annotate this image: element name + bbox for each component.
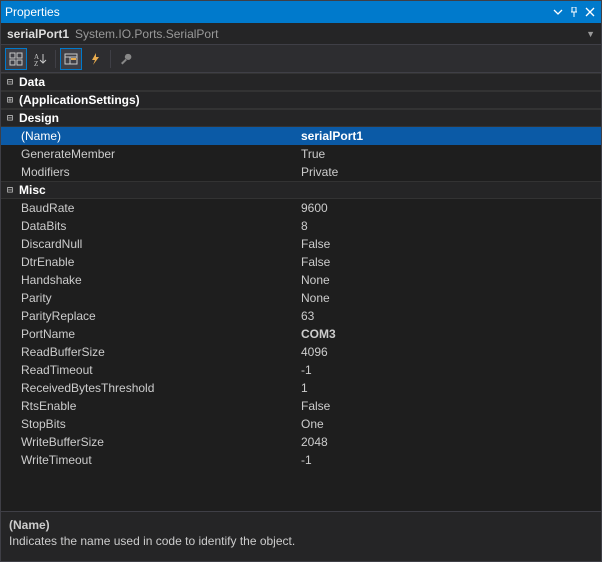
property-row[interactable]: PortNameCOM3 [1, 325, 601, 343]
property-row[interactable]: DtrEnableFalse [1, 253, 601, 271]
description-pane: (Name) Indicates the name used in code t… [1, 511, 601, 561]
events-button[interactable] [84, 48, 106, 70]
property-value[interactable]: -1 [301, 363, 601, 377]
titlebar: Properties [1, 1, 601, 23]
collapse-icon[interactable]: ⊟ [3, 183, 17, 197]
property-row[interactable]: ReadBufferSize4096 [1, 343, 601, 361]
object-name: serialPort1 [7, 27, 69, 41]
property-label: BaudRate [1, 201, 301, 215]
property-row[interactable]: (Name)serialPort1 [1, 127, 601, 145]
pin-icon[interactable] [567, 5, 581, 19]
svg-text:Z: Z [34, 60, 38, 66]
category-row[interactable]: ⊟Misc [1, 181, 601, 199]
category-row[interactable]: ⊟Design [1, 109, 601, 127]
property-label: DiscardNull [1, 237, 301, 251]
object-selector[interactable]: serialPort1 System.IO.Ports.SerialPort ▼ [1, 23, 601, 45]
property-row[interactable]: WriteTimeout-1 [1, 451, 601, 469]
property-value[interactable]: False [301, 237, 601, 251]
collapse-icon[interactable]: ⊟ [3, 111, 17, 125]
property-label: GenerateMember [1, 147, 301, 161]
description-text: Indicates the name used in code to ident… [9, 534, 593, 548]
property-row[interactable]: WriteBufferSize2048 [1, 433, 601, 451]
property-value[interactable]: serialPort1 [301, 129, 601, 143]
property-value[interactable]: 4096 [301, 345, 601, 359]
property-row[interactable]: ModifiersPrivate [1, 163, 601, 181]
category-label: (ApplicationSettings) [19, 93, 140, 107]
property-label: ParityReplace [1, 309, 301, 323]
property-grid: ⊟Data⊞(ApplicationSettings)⊟Design(Name)… [1, 73, 601, 469]
property-row[interactable]: ParityNone [1, 289, 601, 307]
property-label: PortName [1, 327, 301, 341]
property-row[interactable]: GenerateMemberTrue [1, 145, 601, 163]
property-row[interactable]: StopBitsOne [1, 415, 601, 433]
property-label: DataBits [1, 219, 301, 233]
property-label: ReadTimeout [1, 363, 301, 377]
property-row[interactable]: DiscardNullFalse [1, 235, 601, 253]
property-row[interactable]: ReceivedBytesThreshold1 [1, 379, 601, 397]
toolbar: AZ [1, 45, 601, 73]
property-label: StopBits [1, 417, 301, 431]
property-value[interactable]: One [301, 417, 601, 431]
property-row[interactable]: ReadTimeout-1 [1, 361, 601, 379]
property-value[interactable]: 2048 [301, 435, 601, 449]
properties-button[interactable] [60, 48, 82, 70]
property-label: WriteBufferSize [1, 435, 301, 449]
toolbar-separator [110, 50, 111, 68]
property-row[interactable]: RtsEnableFalse [1, 397, 601, 415]
property-value[interactable]: None [301, 273, 601, 287]
category-label: Design [19, 111, 59, 125]
property-value[interactable]: 8 [301, 219, 601, 233]
category-row[interactable]: ⊞(ApplicationSettings) [1, 91, 601, 109]
property-value[interactable]: Private [301, 165, 601, 179]
property-value[interactable]: True [301, 147, 601, 161]
category-label: Data [19, 75, 45, 89]
property-label: Parity [1, 291, 301, 305]
window-title: Properties [5, 5, 551, 19]
property-value[interactable]: 1 [301, 381, 601, 395]
property-value[interactable]: None [301, 291, 601, 305]
collapse-icon[interactable]: ⊟ [3, 75, 17, 89]
property-label: WriteTimeout [1, 453, 301, 467]
chevron-down-icon: ▼ [586, 29, 595, 39]
category-label: Misc [19, 183, 46, 197]
property-value[interactable]: COM3 [301, 327, 601, 341]
window-options-icon[interactable] [551, 5, 565, 19]
property-label: (Name) [1, 129, 301, 143]
property-value[interactable]: False [301, 255, 601, 269]
alphabetical-button[interactable]: AZ [29, 48, 51, 70]
property-label: DtrEnable [1, 255, 301, 269]
expand-icon[interactable]: ⊞ [3, 93, 17, 107]
object-type: System.IO.Ports.SerialPort [75, 27, 218, 41]
property-label: Handshake [1, 273, 301, 287]
toolbar-separator [55, 50, 56, 68]
property-value[interactable]: False [301, 399, 601, 413]
property-row[interactable]: HandshakeNone [1, 271, 601, 289]
categorized-button[interactable] [5, 48, 27, 70]
property-row[interactable]: ParityReplace63 [1, 307, 601, 325]
category-row[interactable]: ⊟Data [1, 73, 601, 91]
property-label: ReadBufferSize [1, 345, 301, 359]
property-row[interactable]: DataBits8 [1, 217, 601, 235]
property-label: RtsEnable [1, 399, 301, 413]
property-label: ReceivedBytesThreshold [1, 381, 301, 395]
property-value[interactable]: 9600 [301, 201, 601, 215]
close-icon[interactable] [583, 5, 597, 19]
property-label: Modifiers [1, 165, 301, 179]
property-value[interactable]: -1 [301, 453, 601, 467]
description-title: (Name) [9, 518, 593, 532]
property-row[interactable]: BaudRate9600 [1, 199, 601, 217]
property-value[interactable]: 63 [301, 309, 601, 323]
property-pages-button[interactable] [115, 48, 137, 70]
